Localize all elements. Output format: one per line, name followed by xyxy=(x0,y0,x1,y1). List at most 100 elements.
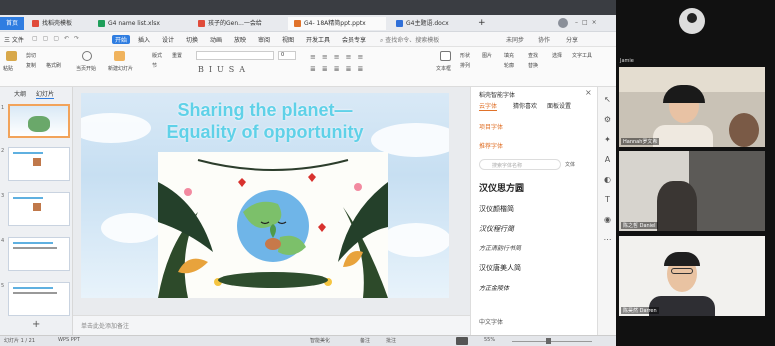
tab-home[interactable]: 首页 xyxy=(0,17,24,30)
chinese-fonts-footer[interactable]: 中文字体 xyxy=(479,317,503,326)
shape-button[interactable]: 形状 xyxy=(460,52,470,59)
slide-thumbnail-5[interactable] xyxy=(8,282,70,316)
play-slideshow-button[interactable] xyxy=(456,337,468,345)
replace-button[interactable]: 替换 xyxy=(528,62,538,69)
paste-button[interactable]: 粘贴 xyxy=(3,65,13,72)
menu-item-member[interactable]: 会员专享 xyxy=(342,35,366,44)
slide-thumbnail-1[interactable] xyxy=(8,104,70,138)
animation-icon[interactable]: ✦ xyxy=(603,135,612,144)
fill-button[interactable]: 填充 xyxy=(504,52,514,59)
new-tab-button[interactable]: + xyxy=(472,17,486,30)
tab-panel-settings[interactable]: 面板设置 xyxy=(547,101,571,110)
copy-button[interactable]: 复制 xyxy=(26,62,36,69)
menu-item-developer[interactable]: 开发工具 xyxy=(306,35,330,44)
smart-beautify-button[interactable]: 智能美化 xyxy=(310,337,330,344)
text-box-button[interactable]: 文本框 xyxy=(436,65,451,72)
notes-area[interactable]: 单击此处添加备注 xyxy=(73,315,470,335)
find-button[interactable]: 查找 xyxy=(528,52,538,59)
text-tool-icon[interactable]: T xyxy=(603,195,612,204)
participant-video-1[interactable]: Hannah罗文希 xyxy=(619,67,765,147)
picture-button[interactable]: 图片 xyxy=(482,52,492,59)
share-button[interactable]: 分享 xyxy=(566,35,578,44)
avatar[interactable] xyxy=(558,18,568,28)
font-icon[interactable]: A xyxy=(603,155,612,164)
start-from-current-button[interactable]: 当页开始 xyxy=(76,65,96,72)
font-item[interactable]: 方正清韵行书简 xyxy=(479,243,521,252)
slide-thumbnail-3[interactable] xyxy=(8,192,70,226)
menu-item-animation[interactable]: 动画 xyxy=(210,35,222,44)
slide-title-line1[interactable]: Sharing the planet— xyxy=(81,100,449,121)
section-button[interactable]: 节 xyxy=(152,62,157,69)
select-button[interactable]: 选择 xyxy=(552,52,562,59)
font-item[interactable]: 汉仪程行简 xyxy=(479,224,514,234)
text-tools-button[interactable]: 文字工具 xyxy=(572,52,592,59)
paragraph-format-buttons[interactable]: ≡≡≡≡≡ xyxy=(310,53,369,61)
close-icon[interactable]: × xyxy=(585,88,592,97)
menu-item-insert[interactable]: 插入 xyxy=(138,35,150,44)
tab-pptx-active[interactable]: G4- 18A精简ppt.pptx xyxy=(288,17,386,30)
slide-thumbnail-4[interactable] xyxy=(8,237,70,271)
tab-xlsx[interactable]: G4 name list.xlsx xyxy=(92,17,184,30)
font-item[interactable]: 汉仪思方圆 xyxy=(479,181,524,194)
text-box-icon xyxy=(440,51,451,61)
window-controls[interactable]: –□× xyxy=(575,19,607,27)
command-search[interactable]: ⌕ 查找命令、搜索模板 xyxy=(380,35,439,45)
font-size-select[interactable]: 0 xyxy=(278,51,296,60)
record-icon[interactable]: ◉ xyxy=(603,215,612,224)
settings-icon[interactable]: ⚙ xyxy=(603,115,612,124)
menu-item-review[interactable]: 审阅 xyxy=(258,35,270,44)
slide-title-line2[interactable]: Equality of opportunity xyxy=(81,122,449,143)
reset-button[interactable]: 重置 xyxy=(172,52,182,59)
menu-item-transition[interactable]: 切换 xyxy=(186,35,198,44)
font-item[interactable]: 汉仪唐美人简 xyxy=(479,263,521,273)
more-icon[interactable]: ⋯ xyxy=(603,235,612,244)
format-painter-button[interactable]: 格式刷 xyxy=(46,62,61,69)
collaborate-button[interactable]: 协作 xyxy=(538,35,550,44)
zoom-slider-thumb[interactable] xyxy=(546,338,551,344)
arrange-button[interactable]: 排列 xyxy=(460,62,470,69)
tab-slides[interactable]: 幻灯片 xyxy=(36,89,55,99)
menu-item-slideshow[interactable]: 放映 xyxy=(234,35,246,44)
font-filter-select[interactable]: 文体 xyxy=(565,161,575,168)
tab-cloud-fonts[interactable]: 云字体 xyxy=(479,101,498,111)
new-slide-button[interactable]: 新建幻灯片 xyxy=(108,65,133,72)
font-family-select[interactable] xyxy=(196,51,274,60)
font-item[interactable]: 汉仪颜楷简 xyxy=(479,204,514,214)
tab-doc[interactable]: 孩子的Gen...一会给 xyxy=(192,17,282,30)
participant-video-3[interactable]: 陈昊然 Darren xyxy=(619,236,765,316)
menu-item-view[interactable]: 视图 xyxy=(282,35,294,44)
tab-outline[interactable]: 大纲 xyxy=(14,89,26,98)
zoom-level[interactable]: 55% xyxy=(484,337,495,343)
participant-video-2[interactable]: 陈之哲 Daniel xyxy=(619,151,765,231)
tab-recommended-fonts[interactable]: 猜你喜欢 xyxy=(513,101,537,110)
sync-status[interactable]: 未同步 xyxy=(506,35,524,44)
current-slide[interactable]: Sharing the planet— Equality of opportun… xyxy=(81,93,449,298)
document-tab-bar: 首页 找稻壳模板 G4 name list.xlsx 孩子的Gen...一会给 … xyxy=(0,15,616,32)
text-format-buttons[interactable]: BIUSA xyxy=(198,65,250,74)
pointer-icon[interactable]: ↖ xyxy=(603,95,612,104)
tab-docx[interactable]: G4主题语.docx xyxy=(390,17,470,30)
cut-button[interactable]: 剪切 xyxy=(26,52,36,59)
menu-item-home[interactable]: 开始 xyxy=(112,35,131,44)
comments-toggle[interactable]: 批注 xyxy=(386,337,396,344)
presentation-icon xyxy=(294,20,301,27)
font-search-input[interactable]: 搜索字体名称 xyxy=(479,159,561,170)
earth-illustration[interactable] xyxy=(158,152,388,298)
section-recommended-fonts[interactable]: 推荐字体 xyxy=(479,141,503,150)
slide-thumbnail-2[interactable] xyxy=(8,147,70,181)
style-icon[interactable]: ◐ xyxy=(603,175,612,184)
add-slide-button[interactable]: + xyxy=(32,319,40,330)
layout-button[interactable]: 版式 xyxy=(152,52,162,59)
section-project-fonts[interactable]: 项目字体 xyxy=(479,122,503,131)
alignment-buttons[interactable]: ≣≣≣≣≣ xyxy=(310,65,369,73)
outline-button[interactable]: 轮廓 xyxy=(504,62,514,69)
quick-access-icons[interactable]: ▢▢▢↶↷ xyxy=(32,35,102,43)
menu-item-design[interactable]: 设计 xyxy=(162,35,174,44)
thumb-text-line xyxy=(13,242,53,244)
file-menu[interactable]: 三 文件 xyxy=(4,35,24,44)
thumb-text-line xyxy=(13,152,43,154)
tab-template[interactable]: 找稻壳模板 xyxy=(26,17,84,30)
notes-toggle[interactable]: 备注 xyxy=(360,337,370,344)
zoom-slider[interactable] xyxy=(512,341,592,342)
font-item[interactable]: 方正金陵体 xyxy=(479,283,509,292)
